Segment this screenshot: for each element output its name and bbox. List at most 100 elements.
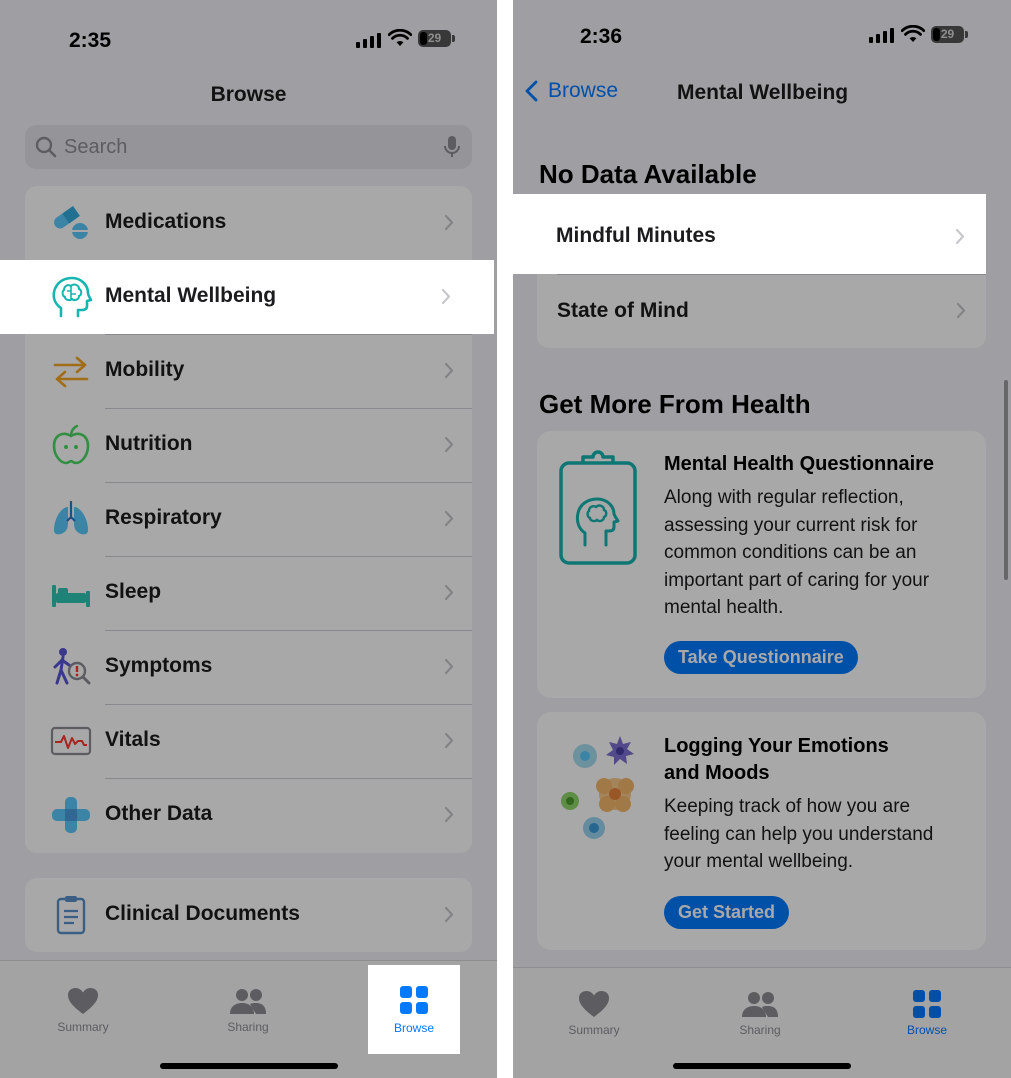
promo-title: Logging Your Emotions and Moods bbox=[664, 733, 966, 787]
logging-emotions-card: Logging Your Emotions and Moods Keeping … bbox=[537, 712, 986, 950]
category-row-mobility[interactable]: Mobility bbox=[25, 334, 472, 408]
promo-body-line: common conditions can be an bbox=[664, 542, 917, 563]
tab-summary[interactable]: Summary bbox=[548, 990, 640, 1037]
category-row-symptoms[interactable]: Symptoms bbox=[25, 630, 472, 704]
battery-icon: 29 bbox=[931, 26, 968, 43]
category-row-nutrition[interactable]: Nutrition bbox=[25, 408, 472, 482]
chevron-left-icon bbox=[525, 80, 538, 102]
battery-icon: 29 bbox=[418, 30, 455, 47]
chevron-right-icon bbox=[444, 510, 454, 527]
promo-body-line: important part of caring for your bbox=[664, 569, 930, 591]
category-row-vitals[interactable]: Vitals bbox=[25, 704, 472, 778]
promo-body-line: Along with regular reflection, bbox=[664, 487, 904, 508]
get-started-button[interactable]: Get Started bbox=[664, 896, 790, 929]
list-item-label: State of Mind bbox=[557, 299, 689, 322]
promo-body-line: assessing your current risk for bbox=[664, 514, 918, 536]
clinical-documents-icon bbox=[56, 896, 86, 935]
tab-sharing[interactable]: Sharing bbox=[202, 987, 294, 1034]
category-label: Vitals bbox=[105, 728, 161, 751]
status-bar: 2:36 29 bbox=[513, 0, 1011, 70]
wifi-icon bbox=[901, 25, 925, 42]
category-label: Medications bbox=[105, 210, 227, 233]
status-time: 2:36 bbox=[580, 25, 623, 48]
right-screen-mental-wellbeing: 2:36 29 Browse Mental Wellbeing No Data … bbox=[513, 0, 1011, 1078]
tab-label: Browse bbox=[906, 1023, 947, 1037]
category-label: Respiratory bbox=[105, 506, 222, 529]
chevron-right-icon bbox=[444, 732, 454, 749]
questionnaire-clipboard-icon bbox=[559, 450, 637, 565]
category-row-respiratory[interactable]: Respiratory bbox=[25, 482, 472, 556]
category-label: Symptoms bbox=[105, 654, 213, 677]
promo-title-line: Logging Your Emotions bbox=[664, 735, 889, 757]
tab-browse[interactable]: Browse bbox=[368, 965, 460, 1054]
chevron-right-icon bbox=[444, 584, 454, 601]
symptoms-icon bbox=[53, 648, 91, 685]
home-indicator bbox=[673, 1063, 851, 1069]
heart-icon bbox=[68, 988, 98, 1014]
emotion-flowers-icon bbox=[561, 736, 634, 839]
no-data-heading: No Data Available bbox=[539, 159, 757, 189]
tab-browse[interactable]: Browse bbox=[881, 990, 973, 1037]
search-field[interactable]: Search bbox=[25, 125, 472, 169]
medications-icon bbox=[54, 206, 88, 239]
chevron-right-icon bbox=[444, 806, 454, 823]
list-item-state-of-mind[interactable]: State of Mind bbox=[537, 274, 986, 348]
category-row-sleep[interactable]: Sleep bbox=[25, 556, 472, 630]
category-label: Clinical Documents bbox=[105, 902, 300, 925]
chevron-right-icon bbox=[444, 214, 454, 231]
respiratory-icon bbox=[54, 501, 88, 535]
nutrition-icon bbox=[52, 424, 90, 465]
scrollbar[interactable] bbox=[1004, 380, 1008, 580]
back-label: Browse bbox=[548, 79, 619, 102]
chevron-right-icon bbox=[444, 362, 454, 379]
status-bar: 2:35 29 bbox=[0, 0, 497, 70]
grid-icon bbox=[913, 990, 941, 1018]
category-row-medications[interactable]: Medications bbox=[25, 186, 472, 260]
take-questionnaire-button[interactable]: Take Questionnaire bbox=[664, 641, 858, 674]
chevron-right-icon bbox=[444, 436, 454, 453]
highlighted-mental-wellbeing-row[interactable]: Mental Wellbeing bbox=[0, 260, 494, 334]
cellular-signal-icon bbox=[356, 33, 381, 48]
tab-summary[interactable]: Summary bbox=[37, 987, 129, 1034]
people-icon bbox=[230, 989, 266, 1014]
category-label: Other Data bbox=[105, 802, 213, 825]
tab-label: Summary bbox=[57, 1020, 109, 1034]
nav-title: Mental Wellbeing bbox=[677, 81, 849, 104]
home-indicator bbox=[160, 1063, 338, 1069]
get-more-heading: Get More From Health bbox=[539, 389, 811, 419]
chevron-right-icon bbox=[444, 906, 454, 923]
heart-icon bbox=[579, 991, 609, 1017]
tab-label: Sharing bbox=[739, 1023, 781, 1037]
mental-wellbeing-label: Mental Wellbeing bbox=[105, 284, 277, 307]
search-icon bbox=[35, 136, 57, 158]
promo-body-line: feeling can help you understand bbox=[664, 823, 934, 845]
chevron-right-icon bbox=[444, 658, 454, 675]
questionnaire-card: Mental Health Questionnaire Along with r… bbox=[537, 431, 986, 698]
tab-label: Summary bbox=[568, 1023, 620, 1037]
left-screen-browse: 2:35 29 Browse Search Medications Mobili… bbox=[0, 0, 497, 1078]
chevron-right-icon bbox=[955, 228, 965, 245]
clinical-documents-row[interactable]: Clinical Documents bbox=[25, 878, 472, 952]
promo-title: Mental Health Questionnaire bbox=[664, 453, 935, 475]
sleep-icon bbox=[52, 585, 90, 607]
promo-title-line: and Moods bbox=[664, 762, 770, 784]
mental-wellbeing-icon bbox=[52, 276, 93, 318]
back-button[interactable]: Browse bbox=[525, 79, 618, 103]
promo-body-line: Keeping track of how you are bbox=[664, 796, 911, 817]
tab-label: Browse bbox=[393, 1021, 434, 1035]
category-label: Mobility bbox=[105, 358, 185, 381]
nav-title: Browse bbox=[210, 83, 287, 106]
status-time: 2:35 bbox=[69, 29, 112, 52]
search-placeholder: Search bbox=[64, 136, 128, 158]
cellular-signal-icon bbox=[869, 28, 894, 43]
people-icon bbox=[742, 992, 778, 1017]
chevron-right-icon bbox=[956, 302, 966, 319]
tab-sharing[interactable]: Sharing bbox=[714, 990, 806, 1037]
category-label: Sleep bbox=[105, 580, 162, 603]
promo-body: Along with regular reflection, assessing… bbox=[664, 484, 964, 622]
highlighted-mindful-minutes-row[interactable]: Mindful Minutes bbox=[513, 194, 986, 274]
clinical-documents-card: Clinical Documents bbox=[25, 878, 472, 952]
category-row-other-data[interactable]: Other Data bbox=[25, 778, 472, 852]
microphone-icon[interactable] bbox=[444, 135, 460, 159]
mobility-icon bbox=[53, 356, 89, 388]
